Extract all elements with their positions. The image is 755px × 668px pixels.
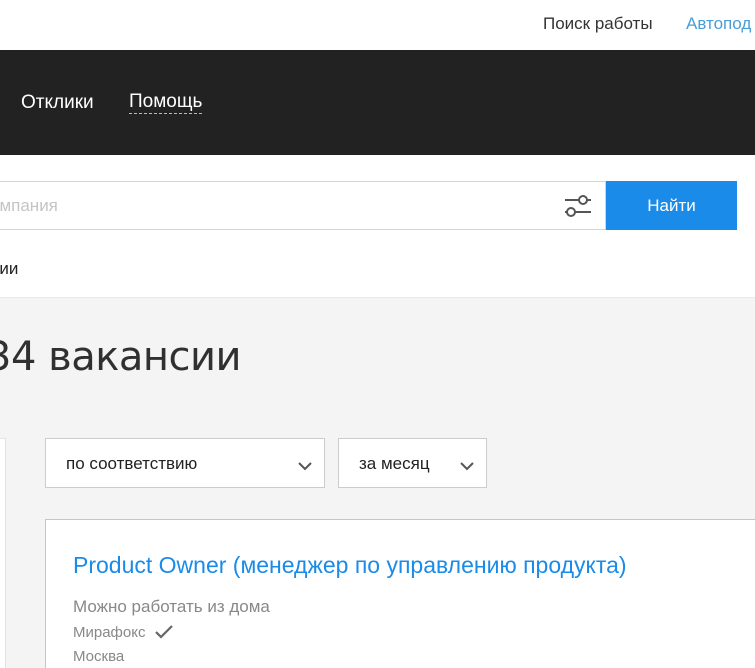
sort-relevance-value: по соответствию xyxy=(66,454,198,473)
filters-panel xyxy=(0,438,6,668)
results-content: 34 вакансии по соответствию за месяц Pro… xyxy=(0,297,755,668)
check-icon xyxy=(154,624,174,640)
autoselect-link[interactable]: Автопод xyxy=(686,14,751,34)
vacancy-company-link[interactable]: Мирафокс xyxy=(73,624,145,641)
nav-responses[interactable]: Отклики xyxy=(21,92,94,114)
vacancy-card: Product Owner (менеджер по управлению пр… xyxy=(45,519,755,668)
chevron-down-icon xyxy=(459,457,475,471)
search-input[interactable] xyxy=(0,181,606,230)
sort-period-select[interactable]: за месяц xyxy=(338,438,487,488)
page: Поиск работы Автопод Отклики Помощь Найт… xyxy=(0,0,755,668)
sort-relevance-select[interactable]: по соответствию xyxy=(45,438,325,488)
results-count-title: 34 вакансии xyxy=(0,334,242,380)
search-area: Найти нии xyxy=(0,155,755,297)
top-utility-bar: Поиск работы Автопод xyxy=(0,0,755,50)
advanced-search-link[interactable]: нии xyxy=(0,259,18,279)
job-search-link[interactable]: Поиск работы xyxy=(543,14,653,34)
sliders-icon[interactable] xyxy=(563,192,593,220)
main-nav: Отклики Помощь xyxy=(0,50,755,155)
nav-help[interactable]: Помощь xyxy=(129,92,203,114)
sort-period-value: за месяц xyxy=(359,454,430,473)
vacancy-title-link[interactable]: Product Owner (менеджер по управлению пр… xyxy=(73,552,627,579)
vacancy-city: Москва xyxy=(73,648,125,665)
chevron-down-icon xyxy=(297,457,313,471)
search-button[interactable]: Найти xyxy=(606,181,737,230)
vacancy-remote-label: Можно работать из дома xyxy=(73,597,270,616)
